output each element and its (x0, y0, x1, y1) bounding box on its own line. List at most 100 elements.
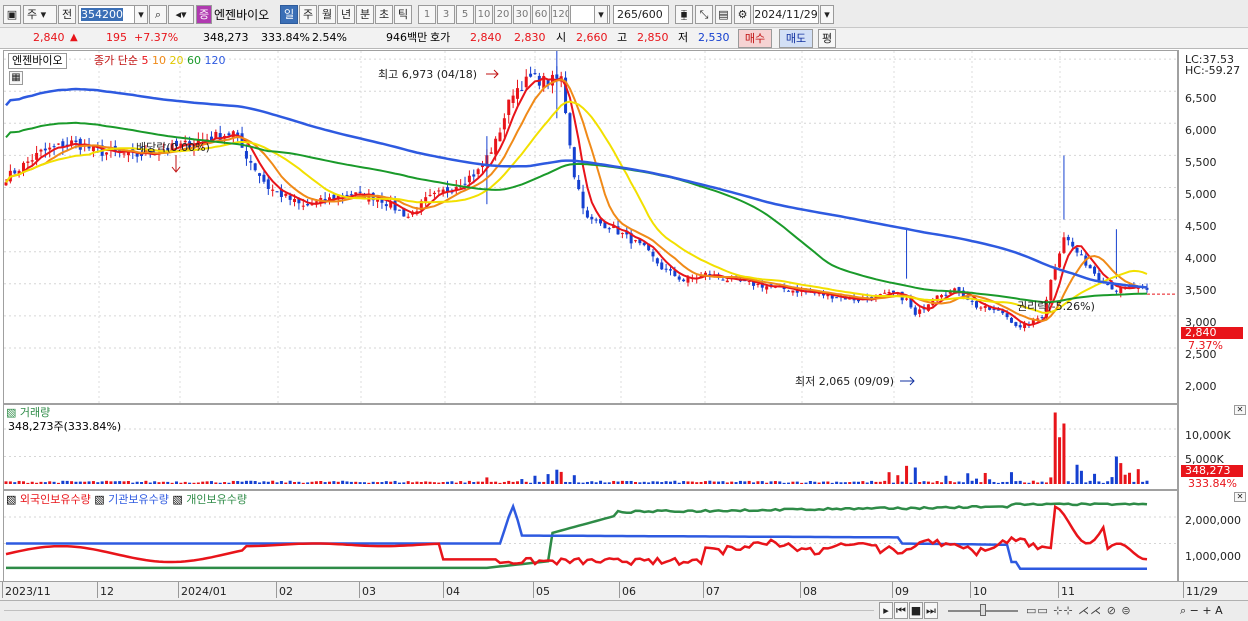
type-select[interactable]: 주 ▾ (23, 5, 57, 24)
period-tab[interactable]: 틱 (394, 5, 412, 24)
volume-bar (1058, 437, 1062, 484)
volume-bar (113, 481, 117, 484)
sell-button[interactable]: 매도 (779, 29, 813, 48)
x-axis-tick (1183, 582, 1184, 598)
stop-icon[interactable]: ■ (909, 602, 923, 619)
price-tick: 4,000 (1185, 252, 1217, 265)
volume-bar (384, 481, 388, 484)
calendar-icon[interactable]: ▾ (820, 5, 834, 24)
volume-bar (306, 482, 310, 484)
volume-bar (782, 482, 786, 484)
x-axis-label: 11/29 (1186, 585, 1218, 598)
grid-toggle-icon[interactable]: ▦ (9, 71, 23, 85)
prev-button[interactable]: 전 (58, 5, 76, 24)
scroll-bar[interactable]: ▸ ⏮ ■ ⏭ ▭▭ ⊹⊹ ⋌⋌ ⊘ ⊜ ⌕ − + A (0, 600, 1248, 621)
holding-close-icon[interactable]: ✕ (1234, 492, 1246, 502)
volume-bar (284, 482, 288, 484)
candle-body (791, 290, 795, 293)
minute-tab[interactable]: 1 (418, 5, 436, 24)
candle-body (306, 203, 310, 206)
period-tab[interactable]: 일 (280, 5, 298, 24)
period-tab[interactable]: 년 (337, 5, 355, 24)
minute-tab[interactable]: 60 (532, 5, 550, 24)
candle-body (1062, 237, 1066, 253)
volume-bar (262, 481, 266, 484)
zoom-slider-handle[interactable] (980, 604, 986, 616)
volume-bar (953, 482, 957, 484)
holding-chart-pane[interactable]: ▧ 외국인보유수량 ▧ 기관보유수량 ▧ 개인보유수량 (3, 490, 1178, 582)
date-input[interactable]: 2024/11/29 (753, 5, 819, 24)
scroll-track[interactable] (4, 610, 874, 611)
chart-stock-name[interactable]: 엔젠바이오 (8, 53, 67, 69)
forward-icon[interactable]: ⏭ (924, 602, 938, 619)
code-dropdown-icon[interactable]: ▾ (134, 5, 148, 24)
volume-bar (1036, 482, 1040, 484)
layout-icon[interactable]: ▣ (3, 5, 21, 24)
minute-tab[interactable]: 120 (551, 5, 569, 24)
minute-tab[interactable]: 10 (475, 5, 493, 24)
x-axis-label: 07 (706, 585, 720, 598)
volume-bar (323, 482, 327, 484)
period-tab[interactable]: 월 (318, 5, 336, 24)
volume-bar (935, 481, 939, 484)
volume-bar (424, 481, 428, 484)
volume-bar (1066, 481, 1070, 484)
volume-bar (1023, 482, 1027, 484)
volume-bar (397, 482, 401, 484)
volume-bar (253, 481, 257, 484)
minute-tab[interactable]: 5 (456, 5, 474, 24)
gear-icon[interactable]: ⚙ (734, 5, 751, 24)
search-icon[interactable]: ⌕ (149, 5, 167, 24)
candle-body (975, 301, 979, 308)
holding-tick-1: 2,000,000 (1185, 514, 1241, 527)
volume-bar (328, 481, 332, 484)
volume-bar (900, 481, 904, 484)
volume-bar (301, 482, 305, 484)
minute-tab[interactable]: 30 (513, 5, 531, 24)
volume-bar (961, 482, 965, 484)
x-axis-label: 03 (362, 585, 376, 598)
candle-body (983, 305, 987, 308)
candle-body (463, 183, 467, 185)
volume-close-icon[interactable]: ✕ (1234, 405, 1246, 415)
period-tab[interactable]: 분 (356, 5, 374, 24)
volume-bar (625, 481, 629, 484)
ma10-line (5, 78, 1148, 323)
volume-bar (664, 481, 668, 484)
volume-bar (1093, 473, 1097, 484)
candle-body (314, 201, 318, 203)
change-value: 195 (106, 31, 127, 44)
price-chart-pane[interactable]: 최고 6,973 (04/18) 배당락(0.00%) 권리락(-5.26%) 최저 … (3, 50, 1178, 404)
volume-chart-pane[interactable]: ▧ 거래량 348,273주(333.84%) (3, 404, 1178, 490)
save-icon[interactable]: ▤ (715, 5, 732, 24)
volume-bar (765, 482, 769, 484)
open-label: 시 (556, 31, 567, 44)
hoga-label: 호가 (430, 31, 451, 44)
x-axis-label: 02 (279, 585, 293, 598)
candle-icon[interactable]: ⧯ (675, 5, 693, 24)
period-tab[interactable]: 초 (375, 5, 393, 24)
play-icon[interactable]: ▸ (879, 602, 893, 619)
buy-button[interactable]: 매수 (738, 29, 772, 48)
volume-bar (367, 482, 371, 484)
x-axis-tick (97, 582, 98, 598)
draw-icon[interactable]: ⤡ (695, 5, 713, 24)
period-tab[interactable]: 주 (299, 5, 317, 24)
x-axis-label: 10 (973, 585, 987, 598)
drawing-tools[interactable]: ▭▭ ⊹⊹ ⋌⋌ ⊘ ⊜ (1026, 604, 1132, 618)
rewind-icon[interactable]: ⏮ (894, 602, 908, 619)
zoom-controls[interactable]: ⌕ − + A (1180, 604, 1223, 618)
extra-button[interactable]: 평 (818, 29, 836, 48)
volume-bar (166, 481, 170, 484)
candle-body (590, 216, 594, 220)
minute-tab[interactable]: 3 (437, 5, 455, 24)
minute-tab[interactable]: 20 (494, 5, 512, 24)
candle-body (135, 153, 139, 157)
volume-bar (336, 481, 340, 484)
candle-body (507, 99, 511, 115)
count-input[interactable]: 265/600 (613, 5, 669, 24)
volume-bar (878, 481, 882, 484)
volume-bar (446, 481, 450, 484)
blank-dropdown-icon[interactable]: ▾ (594, 5, 608, 24)
speaker-icon[interactable]: ◂▾ (168, 5, 194, 24)
